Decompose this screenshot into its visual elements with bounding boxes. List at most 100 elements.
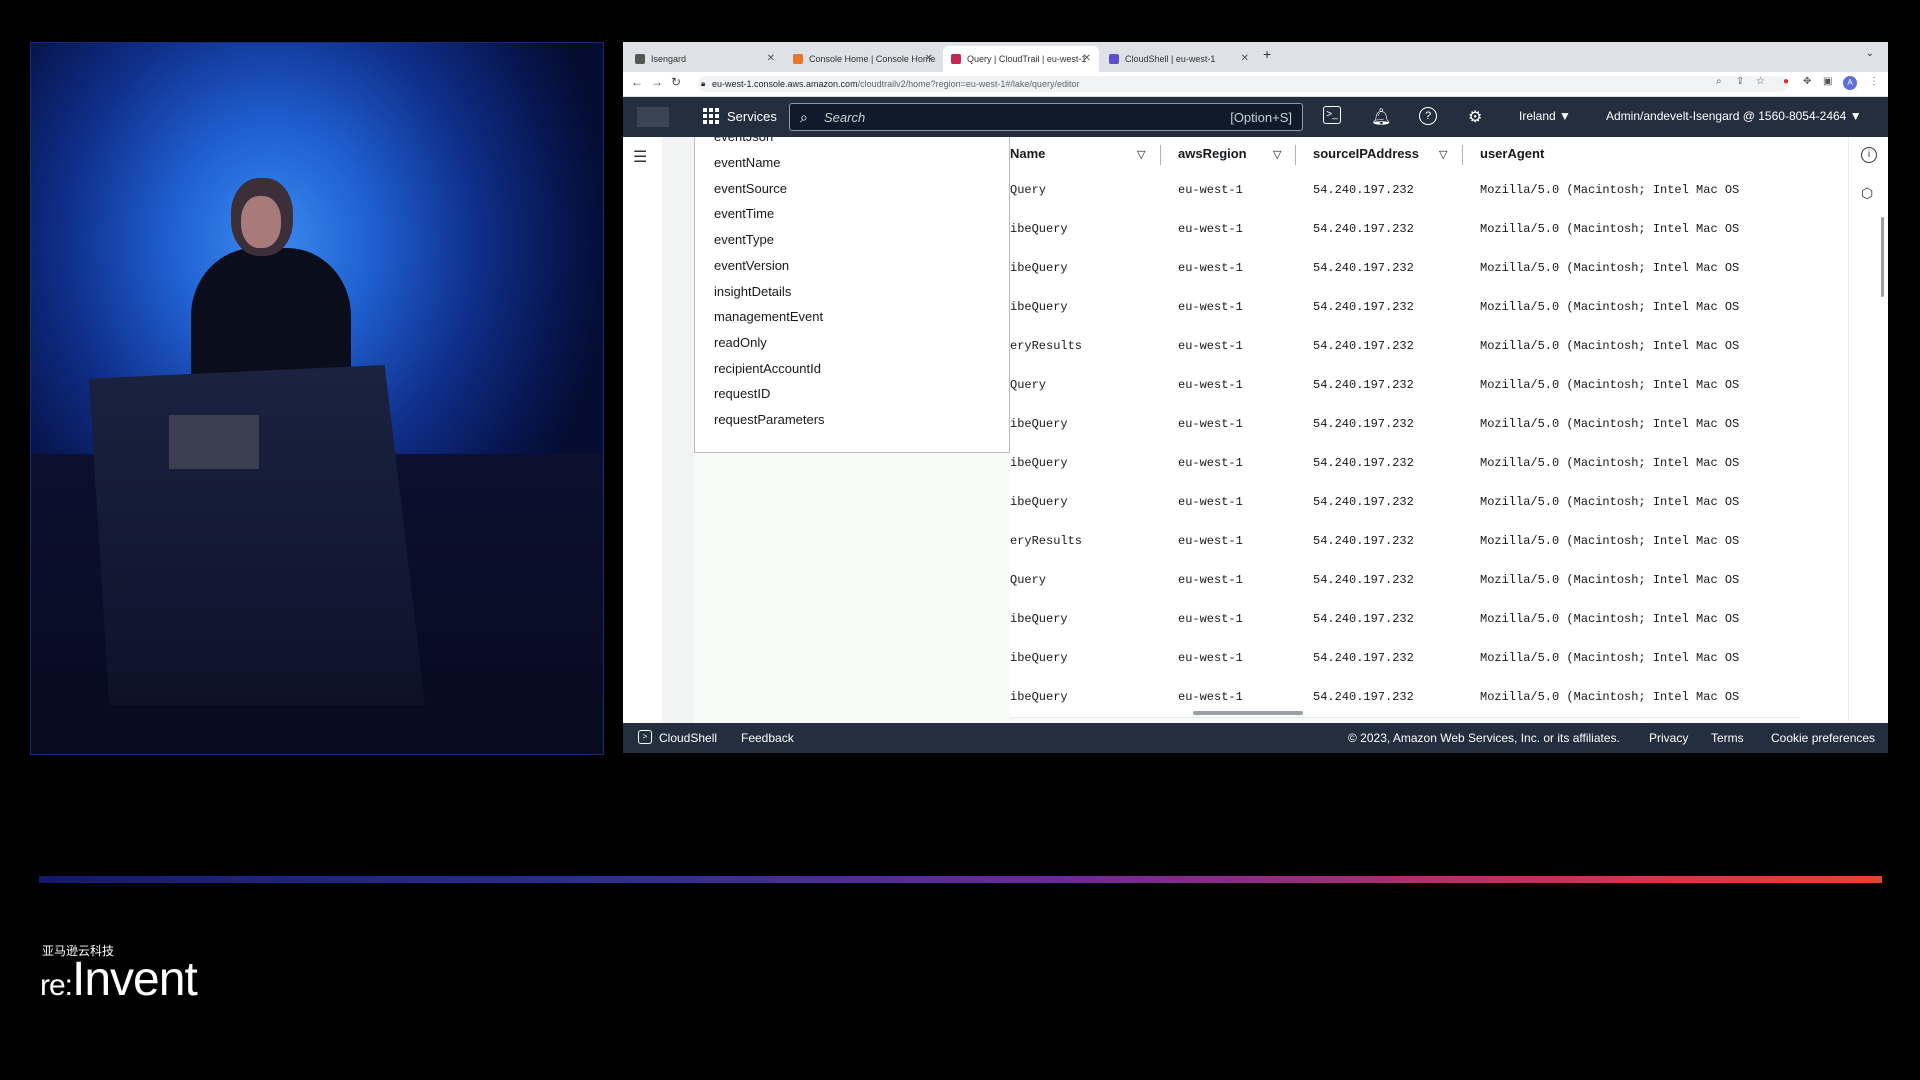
field-item[interactable]: managementEvent — [714, 309, 823, 324]
table-cell: Mozilla/5.0 (Macintosh; Intel Mac OS — [1480, 690, 1740, 704]
sidepanel-icon[interactable]: ▣ — [1823, 76, 1832, 87]
search-shortcut: [Option+S] — [1230, 110, 1292, 125]
back-icon[interactable]: ← — [631, 75, 643, 89]
table-row[interactable]: eryResults eu-west-1 54.240.197.232 Mozilla… — [1010, 327, 1800, 367]
sort-icon[interactable]: ▽ — [1137, 148, 1145, 161]
tab-close-icon[interactable]: ✕ — [767, 46, 775, 72]
table-cell: 54.240.197.232 — [1313, 534, 1414, 548]
sort-icon[interactable]: ▽ — [1439, 148, 1447, 161]
hexagon-settings-icon[interactable]: ⬡ — [1861, 185, 1873, 202]
field-item[interactable]: eventVersion — [714, 258, 789, 273]
field-item[interactable]: requestParameters — [714, 412, 825, 427]
extensions-puzzle-icon[interactable]: ✥ — [1803, 76, 1811, 87]
field-item[interactable]: insightDetails — [714, 284, 791, 299]
share-icon[interactable]: ⇪ — [1736, 76, 1744, 87]
url-field[interactable]: 🔒︎ eu-west-1.console.aws.amazon.com/clou… — [698, 76, 1788, 92]
region-label: Ireland — [1519, 109, 1556, 123]
services-menu-button[interactable]: Services — [727, 109, 777, 124]
url-host: eu-west-1.console.aws.amazon.com — [712, 79, 858, 89]
new-tab-icon[interactable]: + — [1263, 46, 1271, 62]
tab-close-icon[interactable]: ✕ — [1083, 46, 1091, 72]
field-item[interactable]: eventSource — [714, 181, 787, 196]
table-cell: 54.240.197.232 — [1313, 222, 1414, 236]
column-header-useragent[interactable]: userAgent — [1480, 146, 1544, 161]
column-header-sourceipaddress[interactable]: sourceIPAddress — [1313, 146, 1419, 161]
tab-search-chevron-icon[interactable]: ⌄ — [1866, 48, 1874, 59]
tab-close-icon[interactable]: ✕ — [925, 46, 933, 72]
zoom-icon[interactable]: ⌕ — [1716, 76, 1722, 87]
field-item[interactable]: eventJson — [714, 137, 773, 144]
table-row[interactable]: eryResults eu-west-1 54.240.197.232 Mozilla… — [1010, 522, 1800, 562]
column-header-name[interactable]: Name — [1010, 146, 1045, 161]
horizontal-scrollbar[interactable] — [1193, 711, 1303, 715]
column-divider[interactable] — [1160, 145, 1161, 165]
tab-console-home[interactable]: Console Home | Console Home ✕ — [785, 46, 941, 72]
cloudshell-icon[interactable]: >_ — [1323, 106, 1341, 124]
tab-title: Query | CloudTrail | eu-west-1 — [967, 54, 1087, 64]
extension-shield-icon[interactable]: ● — [1783, 76, 1789, 87]
table-cell: eu-west-1 — [1178, 612, 1243, 626]
table-cell: 54.240.197.232 — [1313, 612, 1414, 626]
services-grid-icon[interactable] — [703, 108, 719, 124]
table-row[interactable]: ibeQuery eu-west-1 54.240.197.232 Mozilla/5… — [1010, 483, 1800, 523]
field-item[interactable]: eventName — [714, 155, 780, 170]
table-cell: Mozilla/5.0 (Macintosh; Intel Mac OS — [1480, 261, 1740, 275]
region-selector[interactable]: Ireland ▼ — [1519, 109, 1571, 123]
aws-search-input[interactable]: ⌕ Search [Option+S] — [789, 103, 1303, 131]
table-row[interactable]: ibeQuery eu-west-1 54.240.197.232 Mozilla/5… — [1010, 288, 1800, 328]
info-icon[interactable]: i — [1861, 147, 1877, 163]
tab-title: CloudShell | eu-west-1 — [1125, 54, 1216, 64]
table-cell: ibeQuery — [1010, 612, 1068, 626]
table-row[interactable]: ibeQuery eu-west-1 54.240.197.232 Mozilla/5… — [1010, 678, 1800, 718]
tab-isengard[interactable]: Isengard ✕ — [627, 46, 783, 72]
table-row[interactable]: ibeQuery eu-west-1 54.240.197.232 Mozilla/5… — [1010, 249, 1800, 289]
table-row[interactable]: Query eu-west-1 54.240.197.232 Mozilla/5.0 … — [1010, 366, 1800, 406]
terms-link[interactable]: Terms — [1711, 731, 1744, 745]
search-placeholder: Search — [824, 110, 866, 125]
table-row[interactable]: ibeQuery eu-west-1 54.240.197.232 Mozilla/5… — [1010, 600, 1800, 640]
sort-icon[interactable]: ▽ — [1273, 148, 1281, 161]
cloudshell-footer-icon[interactable]: > — [638, 730, 652, 744]
lock-icon: 🔒︎ — [701, 79, 706, 88]
notifications-bell-icon[interactable]: 🔔︎ — [1371, 107, 1391, 127]
table-row[interactable]: ibeQuery eu-west-1 54.240.197.232 Mozilla/5… — [1010, 444, 1800, 484]
table-row[interactable]: ibeQuery eu-west-1 54.240.197.232 Mozilla/5… — [1010, 639, 1800, 679]
copyright-text: © 2023, Amazon Web Services, Inc. or its… — [1348, 731, 1620, 745]
reload-icon[interactable]: ↻ — [671, 75, 681, 89]
table-row[interactable]: ibeQuery eu-west-1 54.240.197.232 Mozilla/5… — [1010, 210, 1800, 250]
tab-cloudtrail-query[interactable]: Query | CloudTrail | eu-west-1 ✕ — [943, 46, 1099, 72]
column-header-awsregion[interactable]: awsRegion — [1178, 146, 1247, 161]
settings-gear-icon[interactable]: ⚙︎ — [1468, 107, 1482, 127]
vertical-scrollbar[interactable] — [1881, 217, 1884, 297]
cookie-preferences-link[interactable]: Cookie preferences — [1771, 731, 1875, 745]
table-cell: eu-west-1 — [1178, 495, 1243, 509]
table-row[interactable]: Query eu-west-1 54.240.197.232 Mozilla/5.0 … — [1010, 171, 1800, 211]
field-item[interactable]: eventTime — [714, 206, 774, 221]
search-icon: ⌕ — [800, 109, 808, 125]
help-icon[interactable]: ? — [1419, 107, 1437, 125]
table-cell: Mozilla/5.0 (Macintosh; Intel Mac OS — [1480, 495, 1740, 509]
table-row[interactable]: ibeQuery eu-west-1 54.240.197.232 Mozilla/5… — [1010, 405, 1800, 445]
table-cell: Mozilla/5.0 (Macintosh; Intel Mac OS — [1480, 612, 1740, 626]
cloudshell-link[interactable]: CloudShell — [659, 731, 717, 745]
table-row[interactable]: Query eu-west-1 54.240.197.232 Mozilla/5.0 … — [1010, 561, 1800, 601]
tab-close-icon[interactable]: ✕ — [1241, 46, 1249, 72]
tab-title: Console Home | Console Home — [809, 54, 936, 64]
hamburger-menu-icon[interactable]: ☰ — [633, 147, 647, 167]
feedback-link[interactable]: Feedback — [741, 731, 794, 745]
table-cell: eu-west-1 — [1178, 222, 1243, 236]
aws-logo[interactable] — [637, 107, 669, 127]
field-item[interactable]: eventType — [714, 232, 774, 247]
column-divider[interactable] — [1462, 145, 1463, 165]
account-menu[interactable]: Admin/andevelt-Isengard @ 1560-8054-2464… — [1606, 109, 1862, 123]
privacy-link[interactable]: Privacy — [1649, 731, 1688, 745]
profile-avatar[interactable]: A — [1843, 76, 1857, 90]
field-item[interactable]: readOnly — [714, 335, 767, 350]
column-divider[interactable] — [1295, 145, 1296, 165]
browser-menu-icon[interactable]: ⋮ — [1869, 76, 1879, 87]
tab-cloudshell[interactable]: CloudShell | eu-west-1 ✕ — [1101, 46, 1257, 72]
field-item[interactable]: requestID — [714, 386, 770, 401]
bookmark-star-icon[interactable]: ☆ — [1756, 76, 1765, 87]
field-item[interactable]: recipientAccountId — [714, 361, 821, 376]
forward-icon[interactable]: → — [651, 75, 663, 89]
